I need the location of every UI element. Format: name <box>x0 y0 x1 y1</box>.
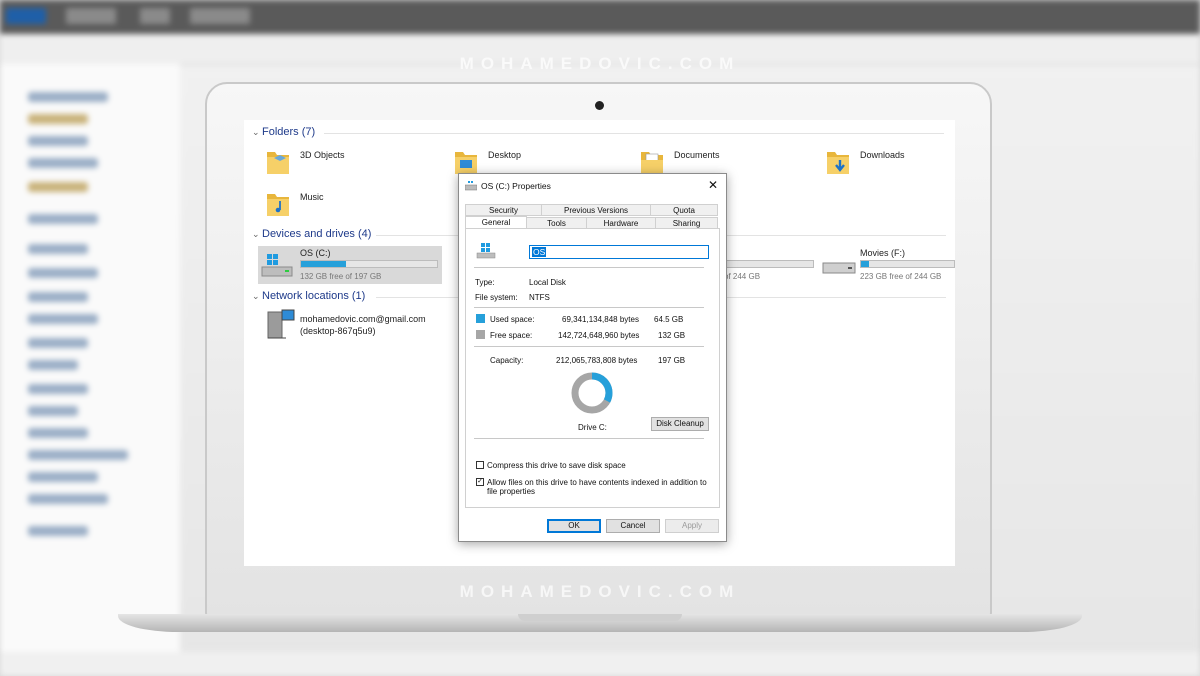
network-computer-icon <box>267 309 295 339</box>
background-status-bar <box>0 652 1200 676</box>
folder-label: 3D Objects <box>300 150 345 160</box>
laptop-notch <box>518 614 682 621</box>
background-nav-pane <box>0 64 180 664</box>
drive-letter-label: Drive C: <box>578 423 607 432</box>
drive-usage-bar <box>300 260 438 268</box>
folder-item-music[interactable]: Music <box>266 188 446 222</box>
free-label: Free space: <box>490 331 533 340</box>
fs-value: NTFS <box>529 293 550 302</box>
drive-item-partial[interactable]: free of 244 GB <box>708 246 814 284</box>
folder-item-downloads[interactable]: Downloads <box>826 146 946 180</box>
properties-dialog: OS (C:) Properties ✕ Security Previous V… <box>458 173 727 542</box>
drive-usage-bar <box>724 260 814 268</box>
windows-drive-icon <box>261 254 293 277</box>
used-gb: 64.5 GB <box>654 315 684 324</box>
ok-button[interactable]: OK <box>547 519 601 533</box>
drive-item-os-c[interactable]: OS (C:) 132 GB free of 197 GB <box>258 246 442 284</box>
apply-button[interactable]: Apply <box>665 519 719 533</box>
folder-icon <box>455 152 477 174</box>
network-header-label: Network locations (1) <box>262 290 366 302</box>
separator <box>474 307 704 308</box>
chevron-down-icon: ⌄ <box>252 291 260 301</box>
type-label: Type: <box>475 278 495 287</box>
chevron-down-icon: ⌄ <box>252 127 260 137</box>
drive-item-movies-f[interactable]: Movies (F:) 223 GB free of 244 GB <box>822 246 955 284</box>
capacity-bytes: 212,065,783,808 bytes <box>556 356 638 365</box>
drive-icon <box>465 181 477 191</box>
compress-checkbox[interactable] <box>476 461 484 469</box>
folder-icon <box>267 194 289 216</box>
folder-icon <box>827 152 849 174</box>
drive-label: OS (C:) <box>300 248 331 258</box>
drive-name-value: OS <box>532 247 547 257</box>
folder-label: Documents <box>674 150 720 160</box>
network-line1: mohamedovic.com@gmail.com <box>300 314 426 324</box>
drive-free-text: 223 GB free of 244 GB <box>860 272 942 281</box>
drive-name-input[interactable]: OS <box>529 245 709 259</box>
folders-header-label: Folders (7) <box>262 126 316 138</box>
used-bytes: 69,341,134,848 bytes <box>562 315 639 324</box>
folder-item-3d-objects[interactable]: 3D Objects <box>266 146 446 180</box>
folder-icon <box>267 152 289 174</box>
capacity-label: Capacity: <box>490 356 524 365</box>
close-icon[interactable]: ✕ <box>708 178 718 192</box>
background-ribbon <box>0 0 1200 34</box>
drive-usage-fill <box>301 261 346 267</box>
compress-label: Compress this drive to save disk space <box>487 461 626 470</box>
disk-usage-donut <box>571 372 613 414</box>
capacity-gb: 197 GB <box>658 356 686 365</box>
chevron-down-icon: ⌄ <box>252 229 260 239</box>
separator <box>474 438 704 439</box>
devices-header-label: Devices and drives (4) <box>262 228 372 240</box>
laptop-camera <box>595 101 604 110</box>
index-checkbox[interactable]: ✓ <box>476 478 484 486</box>
drive-free-text: 132 GB free of 197 GB <box>300 272 382 281</box>
tab-security[interactable]: Security <box>465 204 542 216</box>
free-bytes: 142,724,648,960 bytes <box>558 331 640 340</box>
free-gb: 132 GB <box>658 331 686 340</box>
watermark-bottom: MOHAMEDOVIC.COM <box>459 582 741 601</box>
drive-usage-fill <box>861 261 870 267</box>
windows-drive-icon <box>476 243 496 259</box>
type-value: Local Disk <box>529 278 566 287</box>
separator <box>474 346 704 347</box>
watermark-top: MOHAMEDOVIC.COM <box>459 54 741 73</box>
tab-previous-versions[interactable]: Previous Versions <box>541 204 651 216</box>
dialog-title: OS (C:) Properties <box>481 181 551 191</box>
index-label-line2: file properties <box>487 487 536 496</box>
drive-label: Movies (F:) <box>860 248 905 258</box>
cancel-button[interactable]: Cancel <box>606 519 660 533</box>
drive-icon <box>822 262 856 274</box>
free-space-swatch <box>476 330 485 339</box>
separator <box>474 267 704 268</box>
index-label-line1: Allow files on this drive to have conten… <box>487 478 707 487</box>
section-divider <box>324 133 944 134</box>
used-label: Used space: <box>490 315 535 324</box>
folder-icon <box>641 152 663 174</box>
network-item[interactable]: mohamedovic.com@gmail.com (desktop-867q5… <box>264 308 464 344</box>
folder-label: Desktop <box>488 150 522 160</box>
network-line2: (desktop-867q5u9) <box>300 326 376 336</box>
drive-usage-bar <box>860 260 955 268</box>
folder-label: Downloads <box>860 150 905 160</box>
general-panel: OS Type: Local Disk File system: NTFS Us… <box>465 228 720 508</box>
folder-label: Music <box>300 192 324 202</box>
used-space-swatch <box>476 314 485 323</box>
tab-quota[interactable]: Quota <box>650 204 718 216</box>
disk-cleanup-button[interactable]: Disk Cleanup <box>651 417 709 431</box>
folders-section-header[interactable]: ⌄ Folders (7) <box>252 126 952 138</box>
dialog-titlebar[interactable]: OS (C:) Properties ✕ <box>459 174 726 198</box>
fs-label: File system: <box>475 293 518 302</box>
